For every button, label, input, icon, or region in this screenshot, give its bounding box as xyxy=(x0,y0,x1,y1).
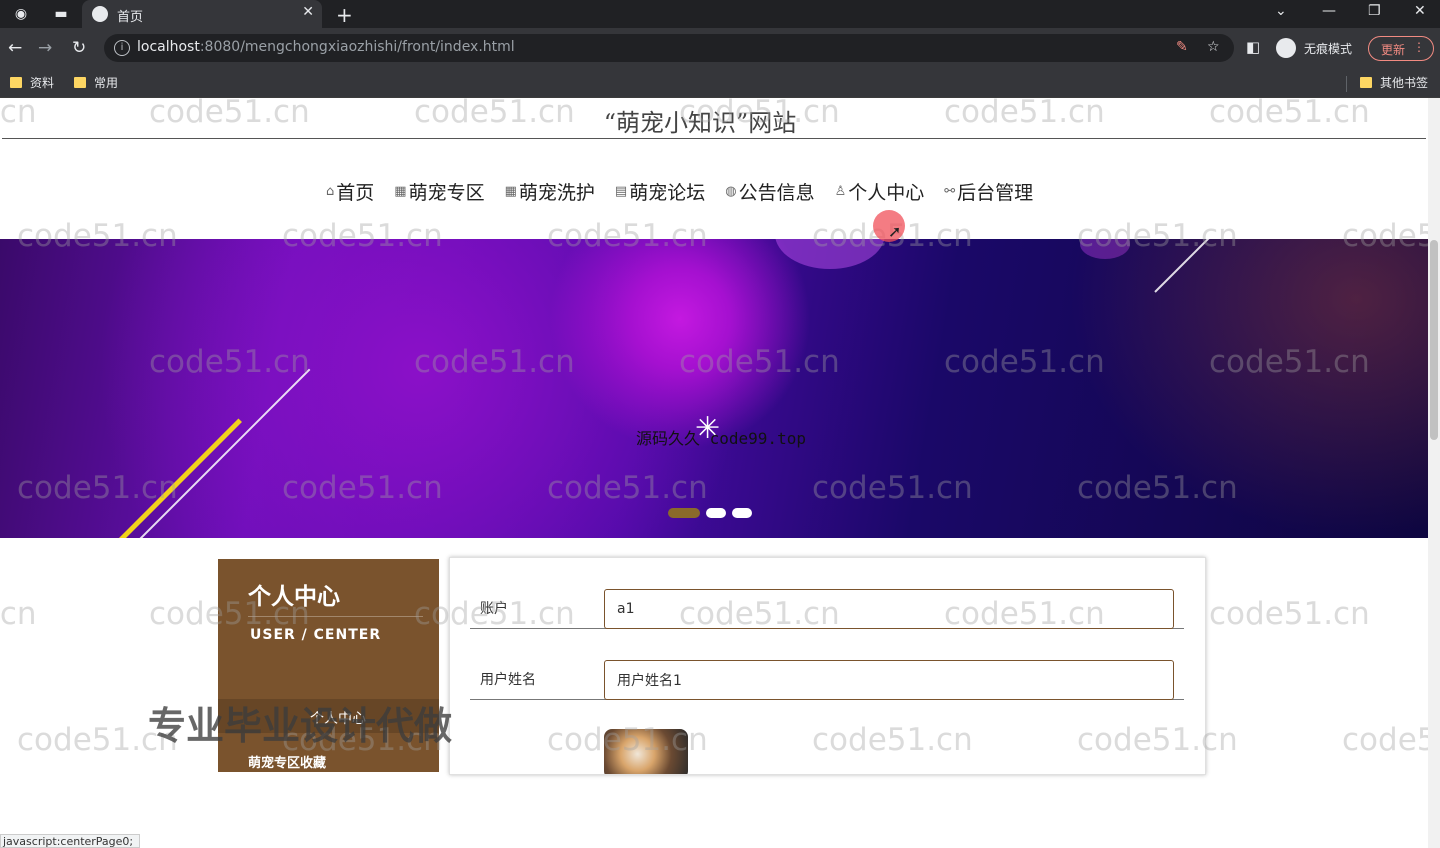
banner-overlay-text: 源码久久 code99.top xyxy=(636,429,806,448)
sidepanel-icon[interactable]: ◧ xyxy=(1246,38,1260,56)
folder-icon xyxy=(10,77,22,88)
tab-list-chevron-icon[interactable]: ⌄ xyxy=(1275,3,1287,19)
nav-pet-zone[interactable]: ▦ 萌宠专区 xyxy=(394,176,484,206)
user-icon: ♙ xyxy=(834,183,847,199)
watermark-text: code51.cn xyxy=(149,344,310,380)
watermark-text: code51.cn xyxy=(1209,344,1370,380)
browser-globe-icon[interactable]: ◉ xyxy=(12,5,30,23)
bookmarks-bar: 资料 常用 其他书签 xyxy=(0,68,1440,98)
reload-icon[interactable]: ↻ xyxy=(72,38,86,58)
browser-tab-active[interactable]: 首页 ✕ xyxy=(82,0,322,28)
watermark-text: code51.cn xyxy=(414,98,575,130)
watermark-text: code51.cn xyxy=(282,218,443,254)
watermark-text: code51.cn xyxy=(17,218,178,254)
bookmark-star-icon[interactable]: ☆ xyxy=(1207,39,1220,55)
nav-pet-forum[interactable]: ▤ 萌宠论坛 xyxy=(615,176,705,206)
watermark-text: code51.cn xyxy=(944,98,1105,130)
home-icon: ⌂ xyxy=(326,183,335,199)
tab-search-icon[interactable]: ▬ xyxy=(52,5,70,23)
nav-user-center[interactable]: ♙ 个人中心 xyxy=(835,176,925,206)
update-button[interactable]: 更新 ⋮ xyxy=(1368,36,1434,61)
incognito-icon[interactable] xyxy=(1276,38,1296,58)
note-icon: ▤ xyxy=(614,183,628,199)
watermark-text: code5 xyxy=(1342,722,1428,758)
watermark-text: code51.cn xyxy=(679,344,840,380)
scrollbar-thumb[interactable] xyxy=(1430,240,1438,440)
promo-watermark: 专业毕业设计代做 xyxy=(148,704,453,748)
watermark-text: code51.cn xyxy=(17,470,178,506)
watermark-text: code51.cn xyxy=(547,218,708,254)
tab-title: 首页 xyxy=(117,10,144,25)
watermark-text: code51.cn xyxy=(1077,218,1238,254)
page-viewport: “萌宠小知识”网站 ⌂ 首页 ▦ 萌宠专区 ▦ 萌宠洗护 ▤ 萌宠论坛 ◍ 公告信息 ♙ 个… xyxy=(0,98,1428,848)
incognito-label: 无痕模式 xyxy=(1304,42,1353,56)
main-nav: ⌂ 首页 ▦ 萌宠专区 ▦ 萌宠洗护 ▤ 萌宠论坛 ◍ 公告信息 ♙ 个人中心 ⚯ 后台管理 xyxy=(326,176,1033,206)
browser-toolbar: ← → ↻ i localhost:8080/mengchongxiaozhis… xyxy=(0,28,1440,68)
site-info-icon[interactable]: i xyxy=(114,40,130,56)
bookmark-folder-docs[interactable]: 资料 xyxy=(10,74,54,91)
close-window-icon[interactable]: ✕ xyxy=(1414,3,1426,19)
folder-icon xyxy=(74,77,86,88)
back-icon[interactable]: ← xyxy=(8,38,22,58)
status-bar: javascript:centerPage0; xyxy=(0,834,141,848)
nav-announcements[interactable]: ◍ 公告信息 xyxy=(725,176,814,206)
grid-icon: ▦ xyxy=(394,183,407,199)
restore-icon[interactable]: ❐ xyxy=(1368,3,1381,19)
watermark-text: code51.cn xyxy=(944,596,1105,632)
apps-icon: ▦ xyxy=(504,183,517,199)
tab-close-icon[interactable]: ✕ xyxy=(302,4,314,20)
bookmark-folder-common[interactable]: 常用 xyxy=(74,74,118,91)
light-streak xyxy=(139,368,311,538)
watermark-text: code51.cn xyxy=(1077,722,1238,758)
bookmark-separator xyxy=(1346,76,1347,92)
browser-titlebar: ◉ ▬ 首页 ✕ + ⌄ — ❐ ✕ xyxy=(0,0,1440,28)
title-divider xyxy=(2,138,1426,139)
nav-home[interactable]: ⌂ 首页 xyxy=(326,176,374,206)
watermark-text: .cn xyxy=(0,596,37,632)
nav-pet-grooming[interactable]: ▦ 萌宠洗护 xyxy=(505,176,595,206)
watermark-text: code51.cn xyxy=(282,470,443,506)
watermark-text: code51.cn xyxy=(149,98,310,130)
watermark-text: code51.cn xyxy=(414,344,575,380)
watermark-text: code51.cn xyxy=(547,722,708,758)
tab-favicon-icon xyxy=(92,6,108,22)
watermark-text: code51.cn xyxy=(812,470,973,506)
address-bar[interactable]: i localhost:8080/mengchongxiaozhishi/fro… xyxy=(104,34,1234,62)
name-label: 用户姓名 xyxy=(480,672,536,688)
watermark-text: code51.cn xyxy=(812,722,973,758)
url-text[interactable]: localhost:8080/mengchongxiaozhishi/front… xyxy=(137,39,515,55)
form-row-name: 用户姓名 xyxy=(470,629,1184,700)
link-icon: ⚯ xyxy=(944,183,956,199)
forward-icon[interactable]: → xyxy=(38,38,52,58)
name-input[interactable] xyxy=(604,660,1174,700)
watermark-text: code5 xyxy=(1342,218,1428,254)
menu-kebab-icon: ⋮ xyxy=(1413,40,1425,54)
mouse-cursor-icon: ➚ xyxy=(888,222,902,241)
new-tab-button[interactable]: + xyxy=(336,3,353,27)
carousel-dot[interactable] xyxy=(668,508,700,518)
bookmark-folder-other[interactable]: 其他书签 xyxy=(1360,74,1428,91)
carousel-dot[interactable] xyxy=(706,508,726,518)
watermark-text: code51.cn xyxy=(149,596,310,632)
globe-icon: ◍ xyxy=(725,183,737,199)
watermark-text: code51.cn xyxy=(1077,470,1238,506)
watermark-text: code51.cn xyxy=(414,596,575,632)
nav-admin[interactable]: ⚯ 后台管理 xyxy=(944,176,1033,206)
page-scrollbar[interactable] xyxy=(1428,98,1440,848)
watermark-text: code51.cn xyxy=(944,344,1105,380)
folder-icon xyxy=(1360,77,1372,88)
watermark-text: .cn xyxy=(0,98,37,130)
watermark-text: code51.cn xyxy=(679,98,840,130)
blocked-popup-icon[interactable]: ✎ xyxy=(1176,39,1188,55)
watermark-text: code51.cn xyxy=(1209,596,1370,632)
watermark-text: code51.cn xyxy=(1209,98,1370,130)
watermark-text: code51.cn xyxy=(679,596,840,632)
carousel-indicators xyxy=(668,508,752,518)
watermark-text: code51.cn xyxy=(547,470,708,506)
carousel-dot[interactable] xyxy=(732,508,752,518)
minimize-icon[interactable]: — xyxy=(1322,3,1336,19)
